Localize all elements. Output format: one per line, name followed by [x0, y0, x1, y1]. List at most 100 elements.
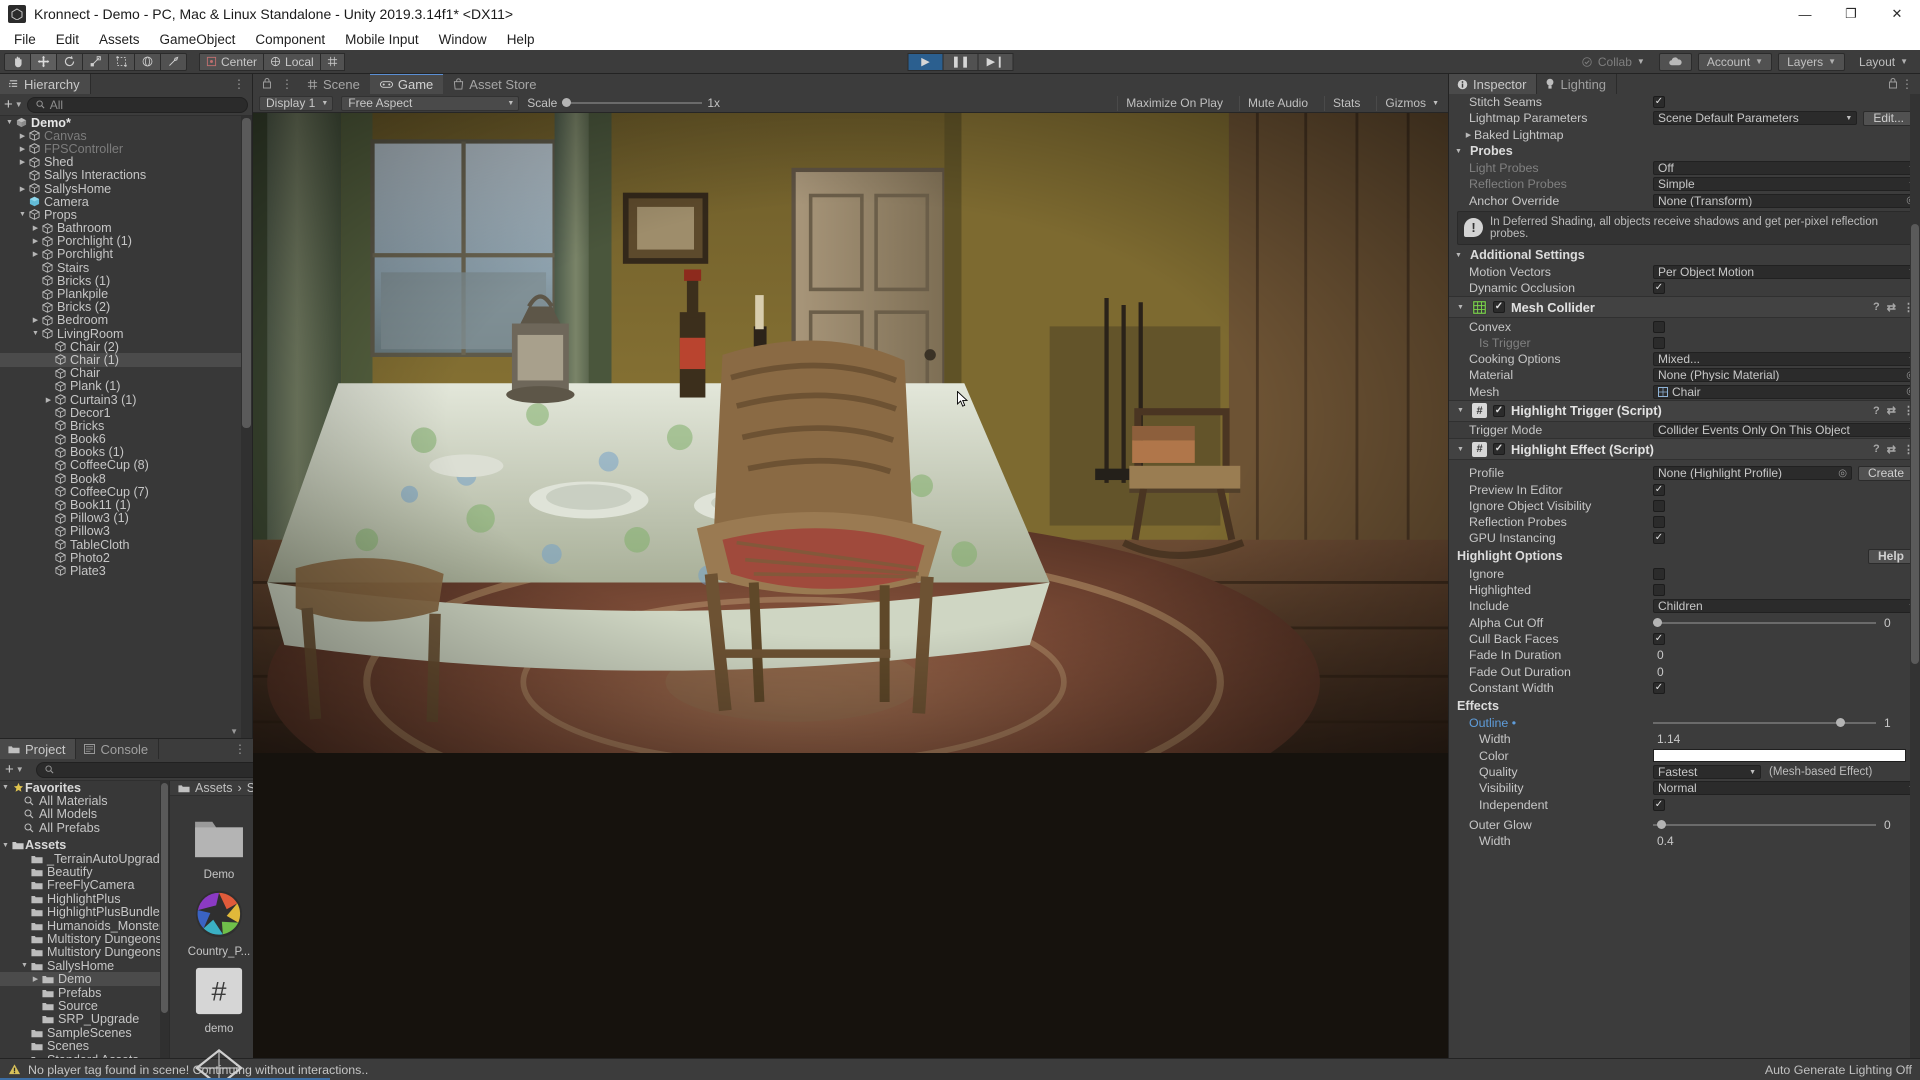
- hierarchy-item-sallys-interactions[interactable]: Sallys Interactions: [0, 168, 252, 182]
- object-field[interactable]: Chair◎: [1653, 384, 1920, 399]
- disclosure-triangle-icon[interactable]: ▶: [17, 145, 28, 153]
- hand-tool-button[interactable]: [4, 52, 31, 71]
- checkbox[interactable]: [1653, 282, 1665, 295]
- hierarchy-item-book8[interactable]: Book8: [0, 472, 252, 486]
- help-button[interactable]: Help: [1867, 548, 1914, 564]
- move-tool-button[interactable]: [30, 52, 57, 71]
- number-field[interactable]: 0: [1653, 665, 1920, 679]
- asset-item-country-p[interactable]: Country_P...: [188, 887, 250, 958]
- disclosure-triangle-icon[interactable]: ▶: [30, 224, 41, 232]
- dropdown-field[interactable]: Fastest ▼: [1653, 765, 1761, 780]
- inspector-foldout-baked-lightmap[interactable]: ▶ Baked Lightmap: [1449, 127, 1920, 143]
- tab-hierarchy[interactable]: Hierarchy: [0, 74, 91, 94]
- hierarchy-tree[interactable]: ▼ Demo* ▶ Canvas ▶ FPSController ▶ Shed Sallys I…: [0, 116, 252, 738]
- asset-item-demo[interactable]: # demo: [188, 964, 250, 1035]
- preset-icon[interactable]: ⇄: [1887, 404, 1896, 417]
- hierarchy-item-photo2[interactable]: Photo2: [0, 551, 252, 565]
- object-field[interactable]: None (Transform)◎: [1653, 193, 1920, 208]
- checkbox[interactable]: [1653, 516, 1665, 529]
- project-folder-samplescenes[interactable]: SampleScenes: [0, 1026, 169, 1040]
- hierarchy-item-bathroom[interactable]: ▶ Bathroom: [0, 221, 252, 235]
- hierarchy-item-porchlight-1[interactable]: ▶ Porchlight (1): [0, 234, 252, 248]
- lock-icon[interactable]: [257, 77, 277, 92]
- account-button[interactable]: Account ▼: [1697, 52, 1773, 71]
- hierarchy-menu-icon[interactable]: ⋮: [233, 77, 246, 91]
- hierarchy-item-shed[interactable]: ▶ Shed: [0, 155, 252, 169]
- disclosure-triangle-icon[interactable]: ▶: [43, 396, 54, 404]
- number-field[interactable]: 0.4: [1653, 834, 1920, 848]
- collab-button[interactable]: Collab ▼: [1573, 53, 1653, 71]
- menu-window[interactable]: Window: [429, 31, 497, 48]
- component-header-mesh-collider[interactable]: ▼Mesh Collider?⇄⋮: [1449, 296, 1920, 319]
- display-dropdown[interactable]: Display 1 ▼: [259, 95, 334, 111]
- minimize-button[interactable]: —: [1782, 0, 1828, 28]
- hierarchy-item-plank-1[interactable]: Plank (1): [0, 379, 252, 393]
- game-render-view[interactable]: [253, 113, 1448, 1058]
- component-enabled-checkbox[interactable]: [1493, 301, 1505, 314]
- edit-button[interactable]: Edit...: [1863, 110, 1914, 126]
- preset-icon[interactable]: ⇄: [1887, 443, 1896, 456]
- project-folder-beautify[interactable]: Beautify: [0, 865, 169, 879]
- component-enabled-checkbox[interactable]: [1493, 404, 1505, 417]
- disclosure-triangle-icon[interactable]: ▶: [17, 158, 28, 166]
- disclosure-triangle-icon[interactable]: ▶: [1463, 131, 1474, 139]
- dropdown-field[interactable]: Normal▼: [1653, 781, 1920, 796]
- project-folder-highlightplus[interactable]: HighlightPlus: [0, 892, 169, 906]
- pause-button[interactable]: ❚❚: [942, 52, 979, 71]
- preset-icon[interactable]: ⇄: [1887, 301, 1896, 314]
- tab-scene[interactable]: Scene: [297, 74, 370, 94]
- create-profile-button[interactable]: Create: [1857, 465, 1914, 481]
- hierarchy-scrollbar[interactable]: [241, 116, 252, 738]
- hierarchy-item-sallyshome[interactable]: ▶ SallysHome: [0, 182, 252, 196]
- project-menu-icon[interactable]: ⋮: [234, 742, 247, 756]
- hierarchy-search-input[interactable]: All: [26, 96, 248, 113]
- project-folder-highlightplusbundle[interactable]: HighlightPlusBundle: [0, 905, 169, 919]
- outline-label[interactable]: Outline •: [1457, 716, 1653, 730]
- dropdown-field[interactable]: Scene Default Parameters ▼: [1653, 111, 1858, 126]
- checkbox[interactable]: [1653, 320, 1665, 333]
- project-folder-demo[interactable]: ▶ Demo: [0, 972, 169, 986]
- hierarchy-item-stairs[interactable]: Stairs: [0, 261, 252, 275]
- scale-tool-button[interactable]: [82, 52, 109, 71]
- project-folder-tree[interactable]: ▼ Favorites All Materials All Models All Pre…: [0, 781, 170, 1058]
- disclosure-triangle-icon[interactable]: ▼: [1453, 148, 1464, 155]
- profile-object-field[interactable]: None (Highlight Profile) ◎: [1653, 466, 1852, 481]
- dropdown-field[interactable]: Mixed...▼: [1653, 352, 1920, 367]
- space-mode-button[interactable]: Local: [263, 52, 321, 71]
- project-assets-header[interactable]: ▼ Assets: [0, 838, 169, 852]
- close-button[interactable]: ✕: [1874, 0, 1920, 28]
- disclosure-triangle-icon[interactable]: ▼: [17, 211, 28, 218]
- hierarchy-item-pillow3[interactable]: Pillow3: [0, 524, 252, 538]
- hierarchy-item-bedroom[interactable]: ▶ Bedroom: [0, 313, 252, 327]
- disclosure-triangle-icon[interactable]: ▶: [30, 316, 41, 324]
- hierarchy-item-demo[interactable]: ▼ Demo*: [0, 116, 252, 130]
- outer-glow-slider-control[interactable]: 0: [1653, 818, 1920, 832]
- disclosure-triangle-icon[interactable]: ▶: [30, 237, 41, 245]
- project-folder-humanoids-monsters-pack[interactable]: Humanoids_Monsters_Pack: [0, 919, 169, 933]
- dropdown-field[interactable]: Per Object Motion▼: [1653, 264, 1920, 279]
- project-folder-source[interactable]: Source: [0, 999, 169, 1013]
- project-favorite-all-materials[interactable]: All Materials: [0, 794, 169, 808]
- disclosure-triangle-icon[interactable]: ▼: [1453, 252, 1464, 259]
- disclosure-triangle-icon[interactable]: ▶: [17, 185, 28, 193]
- dropdown-field[interactable]: Simple▼: [1653, 177, 1920, 192]
- hierarchy-item-bricks-1[interactable]: Bricks (1): [0, 274, 252, 288]
- inspector-scrollbar[interactable]: [1910, 94, 1920, 1058]
- menu-component[interactable]: Component: [245, 31, 335, 48]
- checkbox[interactable]: [1653, 632, 1665, 645]
- inspector-content[interactable]: Stitch SeamsLightmap Parameters Scene Def…: [1449, 94, 1920, 1058]
- hierarchy-item-tablecloth[interactable]: TableCloth: [0, 538, 252, 552]
- disclosure-triangle-icon[interactable]: ▼: [1455, 407, 1466, 414]
- project-folder-standard-assets[interactable]: Standard Assets: [0, 1053, 169, 1058]
- checkbox[interactable]: [1653, 336, 1665, 349]
- tab-lighting[interactable]: Lighting: [1537, 74, 1618, 94]
- tab-console[interactable]: Console: [76, 739, 160, 759]
- hierarchy-item-livingroom[interactable]: ▼ LivingRoom: [0, 327, 252, 341]
- gizmos-toggle[interactable]: Gizmos ▼: [1376, 95, 1442, 111]
- rect-tool-button[interactable]: [108, 52, 135, 71]
- inspector-lock-icon[interactable]: [1888, 77, 1898, 92]
- hierarchy-item-chair[interactable]: Chair: [0, 366, 252, 380]
- hierarchy-create-button[interactable]: + ▼: [4, 96, 23, 113]
- project-folder-sallyshome[interactable]: ▼ SallysHome: [0, 959, 169, 973]
- inspector-menu-icon[interactable]: ⋮: [1901, 77, 1914, 91]
